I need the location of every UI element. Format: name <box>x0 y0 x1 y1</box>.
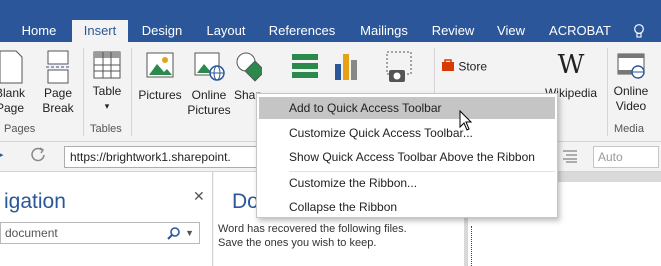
video-icon <box>617 53 645 79</box>
group-label-pages: Pages <box>4 123 36 135</box>
page-break-icon <box>46 50 70 84</box>
nav-arrow-icon[interactable]: ▸ <box>0 148 4 161</box>
tab-layout[interactable]: Layout <box>196 20 256 42</box>
chevron-down-icon[interactable]: ▼ <box>185 223 194 243</box>
page-break-button[interactable]: Page Break <box>38 50 78 116</box>
navigation-pane: igation ✕ document ▼ <box>0 172 213 266</box>
ribbon-tab-bar: Home Insert Design Layout References Mai… <box>0 0 661 42</box>
tab-home[interactable]: Home <box>10 20 68 42</box>
online-pictures-button[interactable]: Online Pictures <box>184 50 234 118</box>
recovery-title: Do <box>232 190 259 213</box>
store-button[interactable]: Store <box>441 58 501 76</box>
menu-item-add-to-quick-access[interactable]: Add to Quick Access Toolbar <box>259 97 555 119</box>
menu-item-show-toolbar-above-ribbon[interactable]: Show Quick Access Toolbar Above the Ribb… <box>259 146 555 168</box>
shapes-icon <box>236 52 262 82</box>
smartart-icon <box>292 54 318 78</box>
tab-design[interactable]: Design <box>134 20 190 42</box>
group-separator <box>83 48 84 136</box>
smartart-button[interactable] <box>283 50 327 82</box>
chart-icon <box>335 54 357 80</box>
recovery-message: Word has recovered the following files. … <box>218 223 407 249</box>
group-label-tables: Tables <box>90 123 122 135</box>
lightbulb-icon[interactable] <box>633 24 645 43</box>
group-separator <box>131 48 132 136</box>
search-icon[interactable] <box>167 226 181 246</box>
menu-item-customize-ribbon[interactable]: Customize the Ribbon... <box>259 172 555 194</box>
tab-references[interactable]: References <box>264 20 340 42</box>
align-icon[interactable] <box>562 149 578 168</box>
menu-item-customize-quick-access[interactable]: Customize Quick Access Toolbar... <box>259 122 555 144</box>
tab-review[interactable]: Review <box>424 20 482 42</box>
wikipedia-icon: W <box>557 50 585 80</box>
table-icon <box>93 51 121 79</box>
group-label-media: Media <box>614 123 644 135</box>
tab-mailings[interactable]: Mailings <box>350 20 418 42</box>
font-size-field[interactable]: Auto <box>593 146 659 168</box>
navigation-search-input[interactable]: document ▼ <box>0 222 200 244</box>
online-picture-icon <box>194 52 225 81</box>
picture-icon <box>146 52 174 78</box>
navigation-title: igation <box>4 190 66 213</box>
tab-view[interactable]: View <box>490 20 532 42</box>
url-field[interactable]: https://brightwork1.sharepoint. <box>64 146 274 168</box>
online-video-button[interactable]: Online Video <box>609 50 653 114</box>
screenshot-button[interactable] <box>375 50 419 86</box>
page-margin-marker <box>471 226 472 266</box>
mouse-cursor-icon <box>459 109 473 137</box>
table-button[interactable]: Table ▾ <box>88 50 126 114</box>
screenshot-icon <box>386 51 412 82</box>
menu-item-collapse-ribbon[interactable]: Collapse the Ribbon <box>259 196 555 218</box>
refresh-icon[interactable] <box>30 146 46 167</box>
chart-button[interactable] <box>328 50 364 84</box>
close-icon[interactable]: ✕ <box>193 188 205 205</box>
context-menu: Add to Quick Access Toolbar Customize Qu… <box>256 93 558 218</box>
chevron-down-icon: ▾ <box>104 101 110 111</box>
pictures-button[interactable]: Pictures <box>136 50 184 103</box>
tab-acrobat[interactable]: ACROBAT <box>540 20 620 42</box>
blank-page-button[interactable]: Blank Page <box>0 50 26 116</box>
store-icon <box>441 58 455 76</box>
tab-insert[interactable]: Insert <box>72 20 128 42</box>
group-separator <box>607 48 608 136</box>
blank-page-icon <box>0 50 23 84</box>
